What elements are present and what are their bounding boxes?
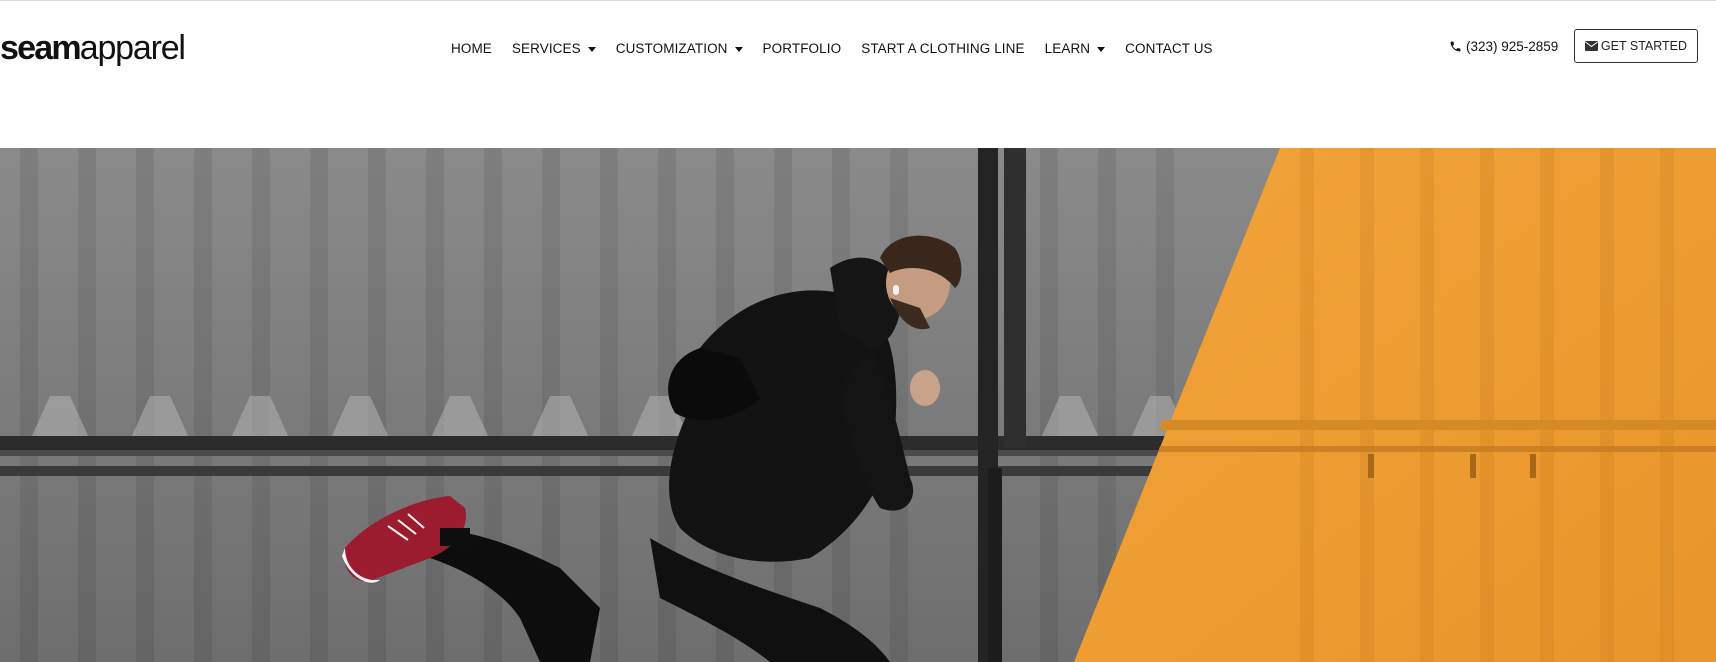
nav-label: LEARN bbox=[1044, 41, 1091, 56]
site-logo[interactable]: seamapparel bbox=[0, 31, 186, 65]
nav-label: HOME bbox=[451, 41, 492, 56]
get-started-button[interactable]: GET STARTED bbox=[1574, 29, 1698, 63]
nav-label: PORTFOLIO bbox=[762, 41, 842, 56]
phone-link[interactable]: (323) 925-2859 bbox=[1449, 39, 1558, 54]
caret-down-icon bbox=[1097, 46, 1106, 52]
nav-label: SERVICES bbox=[511, 41, 581, 56]
hero-photo bbox=[0, 148, 1716, 662]
nav-item-start-clothing-line[interactable]: START A CLOTHING LINE bbox=[861, 41, 1024, 56]
nav-label: START A CLOTHING LINE bbox=[861, 41, 1025, 56]
phone-icon bbox=[1450, 41, 1461, 52]
main-nav: HOME SERVICES CUSTOMIZATION PORTFOLIO ST… bbox=[451, 41, 1233, 56]
nav-item-home[interactable]: HOME bbox=[451, 41, 492, 56]
nav-label: CUSTOMIZATION bbox=[615, 41, 728, 56]
get-started-label: GET STARTED bbox=[1600, 39, 1688, 53]
site-header: seamapparel HOME SERVICES CUSTOMIZATION … bbox=[0, 1, 1716, 148]
nav-label: CONTACT US bbox=[1125, 41, 1213, 56]
envelope-icon bbox=[1584, 41, 1598, 51]
nav-item-services[interactable]: SERVICES bbox=[512, 41, 596, 56]
phone-number: (323) 925-2859 bbox=[1466, 39, 1559, 54]
caret-down-icon bbox=[734, 46, 743, 52]
nav-item-portfolio[interactable]: PORTFOLIO bbox=[763, 41, 842, 56]
nav-item-contact[interactable]: CONTACT US bbox=[1125, 41, 1213, 56]
nav-item-customization[interactable]: CUSTOMIZATION bbox=[616, 41, 743, 56]
hero-image bbox=[0, 148, 1716, 662]
caret-down-icon bbox=[587, 46, 596, 52]
nav-item-learn[interactable]: LEARN bbox=[1045, 41, 1106, 56]
